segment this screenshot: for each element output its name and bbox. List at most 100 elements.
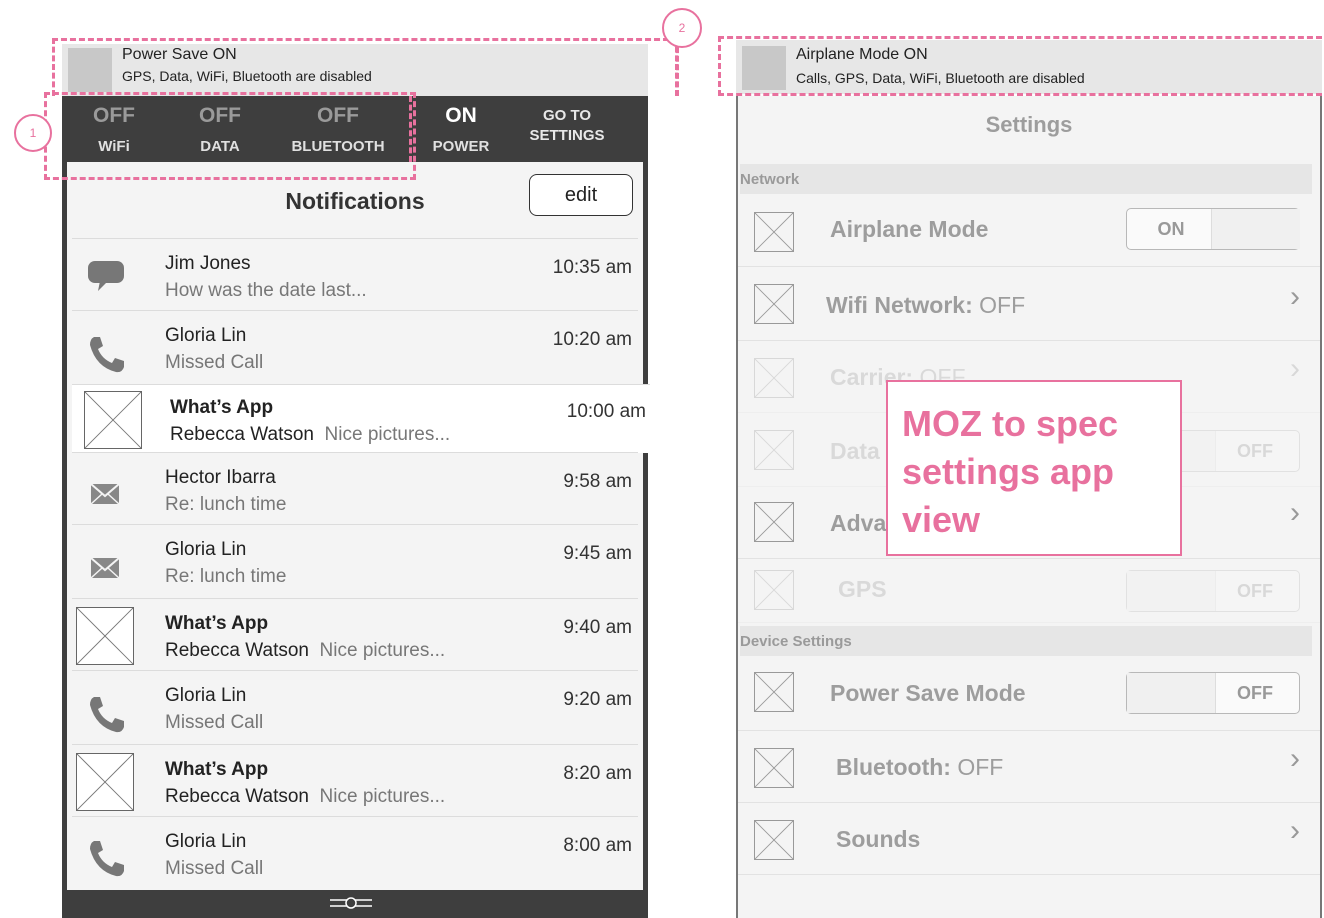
setting-label: Wifi Network: OFF — [826, 292, 1025, 319]
image-placeholder-icon — [84, 391, 142, 449]
sender-name: Jim Jones — [165, 253, 251, 274]
annotation-marker-1: 1 — [14, 114, 52, 152]
edit-button[interactable]: edit — [529, 174, 633, 216]
notification-row[interactable]: Hector Ibarra Re: lunch time 9:58 am — [72, 452, 638, 525]
preview-text: Nice pictures... — [319, 786, 446, 807]
setting-icon-placeholder — [754, 748, 794, 788]
notification-row[interactable]: What’s App Rebecca Watson Nice pictures.… — [72, 598, 638, 671]
annotation-box-airplane — [718, 36, 1322, 96]
power-state: ON — [445, 104, 477, 127]
notification-row[interactable]: What’s App Rebecca Watson Nice pictures.… — [72, 384, 650, 453]
quick-toggle-power[interactable]: ON POWER — [418, 96, 504, 162]
note-line-3: view — [902, 499, 981, 540]
setting-bluetooth[interactable]: Bluetooth: OFF › — [738, 730, 1320, 803]
message-preview: Missed Call — [165, 858, 264, 879]
message-preview: Rebecca Watson Nice pictures... — [165, 640, 445, 662]
timestamp: 8:00 am — [563, 835, 632, 856]
toggle-state: OFF — [1237, 440, 1273, 461]
app-name: What’s App — [165, 613, 269, 634]
annotation-box-1 — [44, 92, 416, 180]
section-header-device: Device Settings — [740, 626, 1312, 656]
setting-label: Bluetooth: OFF — [836, 754, 1003, 781]
chat-bubble-icon — [86, 259, 126, 293]
toggle-state: ON — [1157, 218, 1185, 239]
timestamp: 10:00 am — [566, 401, 646, 422]
app-name: What’s App — [170, 397, 274, 418]
sender-name: Gloria Lin — [165, 685, 247, 706]
contact-name: Rebecca Watson — [165, 786, 309, 807]
toggle-knob — [1127, 673, 1216, 713]
note-line-1: MOZ to spec — [902, 403, 1119, 444]
gps-toggle[interactable]: OFF — [1126, 570, 1300, 612]
setting-icon-placeholder — [754, 212, 794, 252]
setting-icon-placeholder — [754, 502, 794, 542]
setting-airplane-mode[interactable]: Airplane Mode ON — [738, 194, 1320, 267]
setting-label: Airplane Mode — [830, 216, 989, 242]
toggle-knob — [1211, 209, 1300, 249]
power-save-toggle[interactable]: OFF — [1126, 672, 1300, 714]
notification-row[interactable]: Gloria Lin Re: lunch time 9:45 am — [72, 524, 638, 599]
sender-name: Gloria Lin — [165, 539, 247, 560]
annotation-divider — [409, 96, 412, 162]
setting-label: GPS — [838, 576, 887, 602]
chevron-right-icon: › — [1290, 352, 1300, 385]
sender-name: Hector Ibarra — [165, 467, 276, 488]
message-preview: Rebecca Watson Nice pictures... — [165, 786, 445, 808]
setting-icon-placeholder — [754, 672, 794, 712]
setting-label: Adva — [830, 510, 887, 536]
setting-value: OFF — [979, 292, 1026, 318]
spec-sticky-note: MOZ to spec settings app view — [886, 380, 1182, 556]
contact-name: Rebecca Watson — [170, 424, 314, 445]
setting-power-save-mode[interactable]: Power Save Mode OFF — [738, 656, 1320, 731]
setting-wifi-network[interactable]: Wifi Network: OFF › — [738, 266, 1320, 341]
phone-icon — [86, 333, 128, 375]
settings-title: Settings — [985, 112, 1073, 137]
go-to-label-line1: GO TO — [542, 107, 592, 124]
message-preview: Re: lunch time — [165, 566, 287, 587]
image-placeholder-icon — [76, 607, 134, 665]
section-label: Device Settings — [740, 633, 852, 650]
setting-label: Data — [830, 438, 880, 464]
message-preview: Missed Call — [165, 352, 264, 373]
notification-row[interactable]: Gloria Lin Missed Call 9:20 am — [72, 670, 638, 745]
chevron-right-icon: › — [1290, 280, 1300, 313]
setting-icon-placeholder — [754, 284, 794, 324]
setting-icon-placeholder — [754, 570, 794, 610]
timestamp: 9:20 am — [563, 689, 632, 710]
timestamp: 9:58 am — [563, 471, 632, 492]
airplane-mode-toggle[interactable]: ON — [1126, 208, 1300, 250]
drag-handle-icon[interactable] — [328, 895, 374, 911]
go-to-settings-button[interactable]: GO TO SETTINGS — [512, 96, 622, 162]
preview-text: Nice pictures... — [319, 640, 446, 661]
toggle-state: OFF — [1237, 682, 1273, 703]
setting-gps[interactable]: GPS OFF — [738, 558, 1320, 623]
message-preview: Re: lunch time — [165, 494, 287, 515]
toggle-knob — [1127, 571, 1216, 611]
section-header-network: Network — [740, 164, 1312, 194]
timestamp: 10:20 am — [552, 329, 632, 350]
notifications-panel: Notifications edit Jim Jones How was the… — [62, 162, 650, 892]
setting-value: OFF — [957, 754, 1004, 780]
timestamp: 8:20 am — [563, 763, 632, 784]
timestamp: 9:45 am — [563, 543, 632, 564]
sender-name: Gloria Lin — [165, 325, 247, 346]
annotation-marker-2: 2 — [662, 8, 702, 48]
notification-row[interactable]: Gloria Lin Missed Call 10:20 am — [72, 310, 638, 385]
section-label: Network — [740, 171, 800, 188]
phone-icon — [86, 837, 128, 879]
notification-row[interactable]: Gloria Lin Missed Call 8:00 am — [72, 816, 638, 891]
preview-text: Nice pictures... — [324, 424, 451, 445]
annotation-box-2 — [52, 38, 678, 96]
go-to-label-line2: SETTINGS — [529, 127, 605, 144]
setting-icon-placeholder — [754, 358, 794, 398]
envelope-icon — [90, 557, 120, 579]
message-preview: Rebecca Watson Nice pictures... — [170, 424, 450, 446]
setting-label: Sounds — [836, 826, 921, 852]
note-line-2: settings app — [902, 451, 1115, 492]
message-preview: Missed Call — [165, 712, 264, 733]
notification-row[interactable]: What’s App Rebecca Watson Nice pictures.… — [72, 744, 638, 817]
bottom-bar — [62, 890, 648, 918]
notification-row[interactable]: Jim Jones How was the date last... 10:35… — [72, 238, 638, 311]
setting-sounds[interactable]: Sounds › — [738, 802, 1320, 875]
timestamp: 10:35 am — [552, 257, 632, 278]
